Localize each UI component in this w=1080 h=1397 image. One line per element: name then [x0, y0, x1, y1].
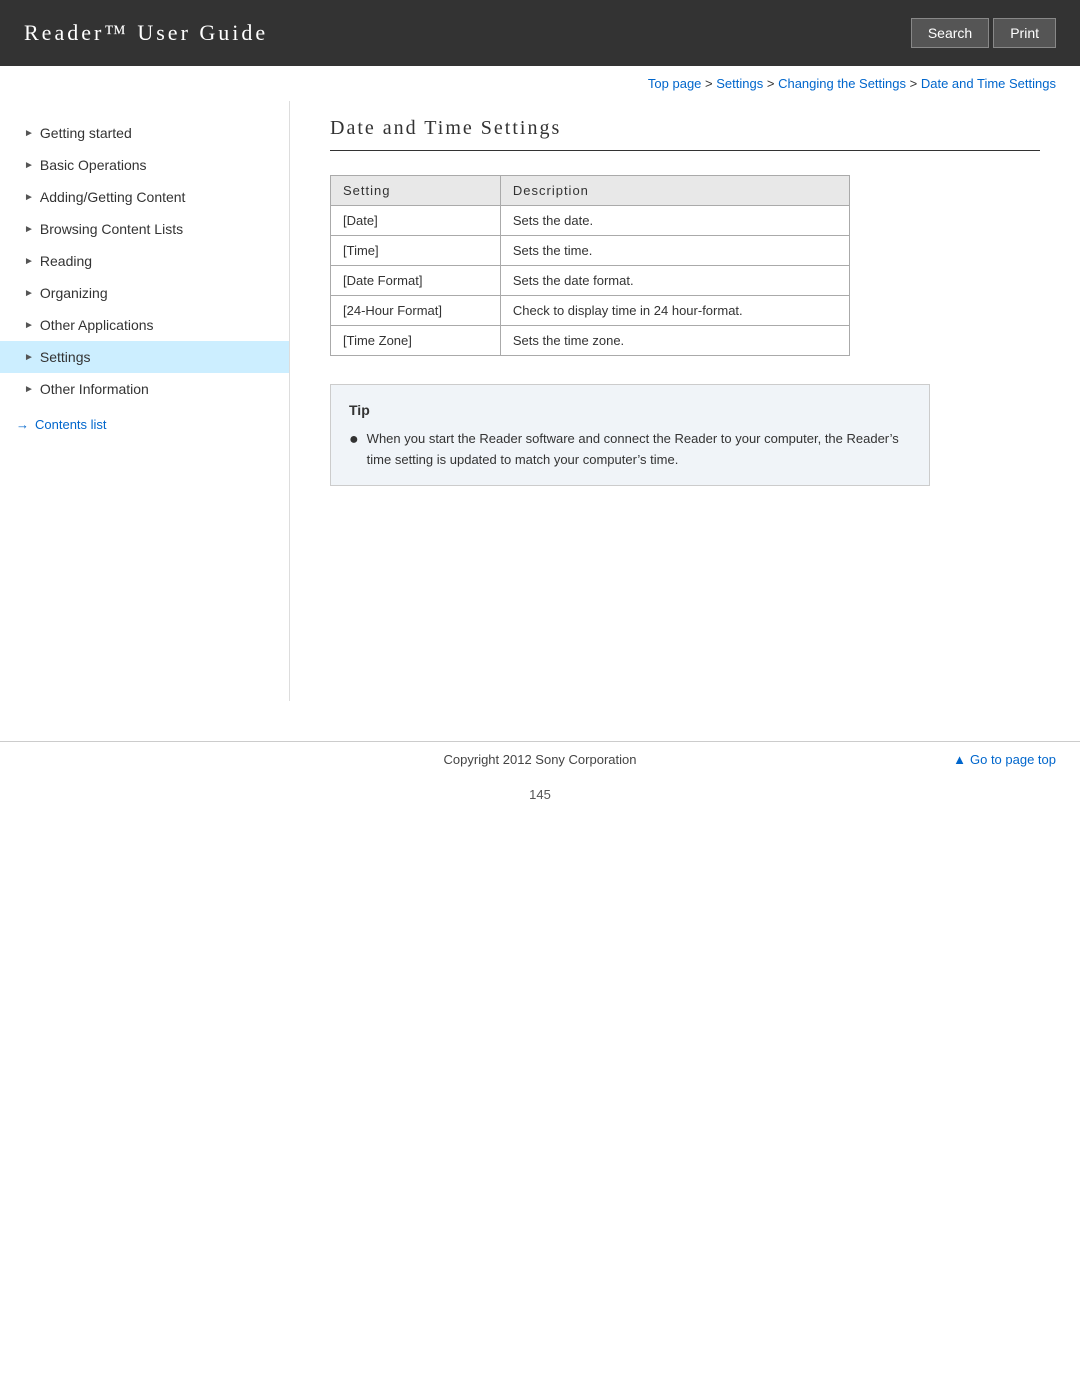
chevron-right-icon: ►: [24, 288, 34, 299]
app-title: Reader™ User Guide: [24, 20, 268, 46]
table-cell-description: Sets the date.: [500, 206, 849, 236]
tip-content: ● When you start the Reader software and…: [349, 429, 911, 471]
table-row: [Time Zone]Sets the time zone.: [331, 326, 850, 356]
table-cell-setting: [24-Hour Format]: [331, 296, 501, 326]
print-button[interactable]: Print: [993, 18, 1056, 48]
arrow-right-icon: →: [16, 417, 29, 432]
sidebar-item-label: Other Applications: [40, 317, 154, 333]
table-cell-description: Sets the date format.: [500, 266, 849, 296]
footer-bar: Copyright 2012 Sony Corporation ▲ Go to …: [0, 741, 1080, 777]
tip-text: When you start the Reader software and c…: [367, 429, 911, 471]
chevron-right-icon: ►: [24, 224, 34, 235]
breadcrumb-date-time[interactable]: Date and Time Settings: [921, 76, 1056, 91]
chevron-right-icon: ►: [24, 352, 34, 363]
page-title: Date and Time Settings: [330, 117, 1040, 151]
table-row: [24-Hour Format]Check to display time in…: [331, 296, 850, 326]
sidebar-item-settings[interactable]: ► Settings: [0, 341, 289, 373]
tip-box: Tip ● When you start the Reader software…: [330, 384, 930, 486]
table-row: [Date Format]Sets the date format.: [331, 266, 850, 296]
go-to-top-link[interactable]: ▲ Go to page top: [953, 752, 1056, 767]
main-layout: ► Getting started ► Basic Operations ► A…: [0, 101, 1080, 701]
table-row: [Date]Sets the date.: [331, 206, 850, 236]
table-row: [Time]Sets the time.: [331, 236, 850, 266]
go-to-top-label: Go to page top: [970, 752, 1056, 767]
table-cell-setting: [Date Format]: [331, 266, 501, 296]
chevron-right-icon: ►: [24, 384, 34, 395]
tip-label: Tip: [349, 399, 911, 421]
sidebar-item-getting-started[interactable]: ► Getting started: [0, 117, 289, 149]
sidebar-item-adding-getting-content[interactable]: ► Adding/Getting Content: [0, 181, 289, 213]
breadcrumb-settings[interactable]: Settings: [716, 76, 763, 91]
sidebar-item-label: Basic Operations: [40, 157, 147, 173]
table-cell-setting: [Time]: [331, 236, 501, 266]
sidebar-item-label: Adding/Getting Content: [40, 189, 186, 205]
contents-list-link-container: → Contents list: [0, 405, 289, 444]
settings-table: Setting Description [Date]Sets the date.…: [330, 175, 850, 356]
header-buttons: Search Print: [911, 18, 1056, 48]
search-button[interactable]: Search: [911, 18, 989, 48]
contents-list-link[interactable]: Contents list: [35, 417, 107, 432]
sidebar-item-label: Reading: [40, 253, 92, 269]
sidebar-item-other-applications[interactable]: ► Other Applications: [0, 309, 289, 341]
chevron-right-icon: ►: [24, 320, 34, 331]
content-area: Date and Time Settings Setting Descripti…: [290, 101, 1080, 701]
header: Reader™ User Guide Search Print: [0, 0, 1080, 66]
sidebar-item-browsing-content-lists[interactable]: ► Browsing Content Lists: [0, 213, 289, 245]
table-header-setting: Setting: [331, 176, 501, 206]
table-cell-description: Sets the time zone.: [500, 326, 849, 356]
chevron-right-icon: ►: [24, 192, 34, 203]
sidebar-item-organizing[interactable]: ► Organizing: [0, 277, 289, 309]
copyright-text: Copyright 2012 Sony Corporation: [368, 752, 712, 767]
sidebar-item-label: Organizing: [40, 285, 108, 301]
bullet-icon: ●: [349, 429, 359, 471]
sidebar-item-label: Other Information: [40, 381, 149, 397]
breadcrumb-changing-settings[interactable]: Changing the Settings: [778, 76, 906, 91]
triangle-up-icon: ▲: [953, 752, 966, 767]
page-number: 145: [0, 777, 1080, 818]
table-cell-setting: [Date]: [331, 206, 501, 236]
table-cell-description: Check to display time in 24 hour-format.: [500, 296, 849, 326]
sidebar-item-label: Browsing Content Lists: [40, 221, 183, 237]
sidebar-item-label: Settings: [40, 349, 91, 365]
breadcrumb-top-page[interactable]: Top page: [648, 76, 702, 91]
chevron-right-icon: ►: [24, 128, 34, 139]
sidebar-item-basic-operations[interactable]: ► Basic Operations: [0, 149, 289, 181]
breadcrumb: Top page > Settings > Changing the Setti…: [0, 66, 1080, 101]
sidebar: ► Getting started ► Basic Operations ► A…: [0, 101, 290, 701]
table-cell-description: Sets the time.: [500, 236, 849, 266]
sidebar-item-other-information[interactable]: ► Other Information: [0, 373, 289, 405]
chevron-right-icon: ►: [24, 256, 34, 267]
table-header-description: Description: [500, 176, 849, 206]
chevron-right-icon: ►: [24, 160, 34, 171]
sidebar-item-reading[interactable]: ► Reading: [0, 245, 289, 277]
sidebar-item-label: Getting started: [40, 125, 132, 141]
table-cell-setting: [Time Zone]: [331, 326, 501, 356]
